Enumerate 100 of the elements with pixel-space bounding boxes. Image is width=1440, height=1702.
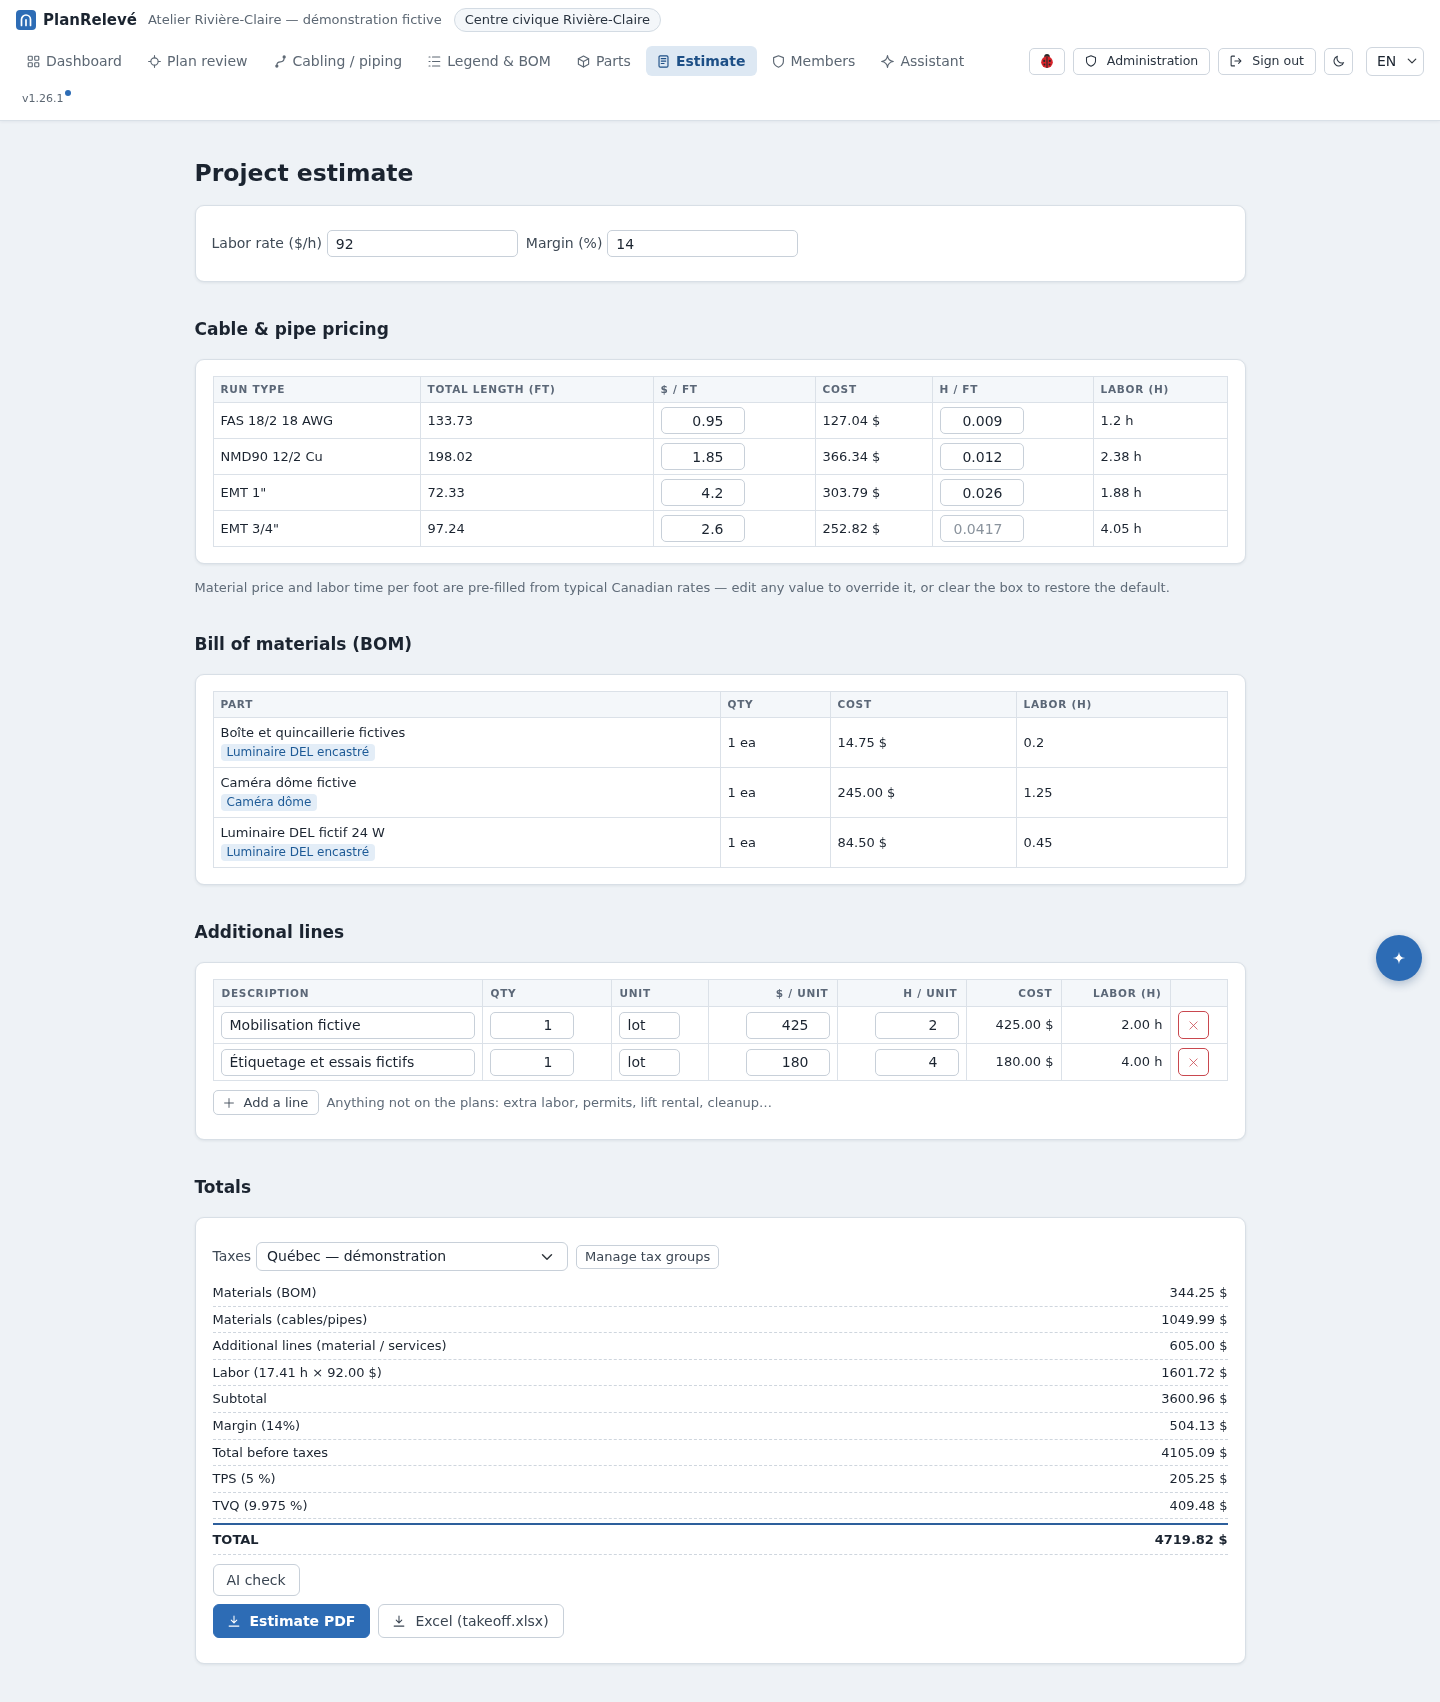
- total-line-label: Materials (BOM): [212, 1284, 317, 1302]
- section-title: Totals: [194, 1176, 253, 1199]
- language-select[interactable]: EN: [1366, 46, 1424, 76]
- version-label: v1.26.1: [22, 91, 64, 107]
- price-per-foot-input[interactable]: 4.2: [660, 479, 745, 506]
- cube-icon: [576, 54, 590, 68]
- document-icon: [656, 54, 670, 68]
- nav-tab[interactable]: Legend & BOM: [417, 46, 562, 76]
- labor-rate-input[interactable]: 92: [326, 230, 518, 257]
- administration-button[interactable]: Administration: [1072, 47, 1211, 75]
- hours-per-foot-input[interactable]: 0.012: [939, 443, 1024, 470]
- crosshair-icon: [147, 54, 161, 68]
- nav-tab[interactable]: Parts: [565, 46, 642, 76]
- total-line-label: Labor (17.41 h × 92.00 $): [212, 1363, 382, 1382]
- route-icon: [273, 54, 287, 68]
- column-header: H / FT: [932, 376, 1093, 403]
- delete-line-button[interactable]: [1177, 1048, 1209, 1076]
- add-line-hint: Anything not on the plans: extra labor, permits, lift rental, cleanup…: [326, 1093, 772, 1112]
- total-line-amount: 1601.72 $: [1161, 1363, 1228, 1382]
- hours-per-foot-input[interactable]: 0.026: [939, 479, 1024, 506]
- cross-icon: [1188, 1057, 1198, 1067]
- part-name: Luminaire DEL fictif 24 W: [220, 823, 386, 842]
- logo-icon: [16, 10, 36, 30]
- total-line-amount: 344.25 $: [1169, 1284, 1228, 1302]
- nav-tab[interactable]: Cabling / piping: [262, 46, 414, 76]
- table-cell: 2.00 h: [1061, 1006, 1170, 1044]
- organization-name: Atelier Rivière-Claire — démonstration fictive: [147, 11, 442, 30]
- column-header: DESCRIPTION: [213, 979, 482, 1007]
- description-input[interactable]: Étiquetage et essais fictifs: [220, 1048, 475, 1076]
- total-line-amount: 3600.96 $: [1161, 1390, 1228, 1408]
- manage-tax-groups-button[interactable]: Manage tax groups: [576, 1244, 720, 1269]
- column-header: COST: [815, 376, 932, 403]
- column-header: H / UNIT: [837, 979, 966, 1007]
- plus-icon: [223, 1097, 234, 1108]
- quantity-input[interactable]: 1: [489, 1048, 574, 1076]
- column-header: UNIT: [611, 979, 708, 1007]
- theme-toggle-button[interactable]: [1324, 47, 1353, 75]
- nav-tab[interactable]: Assistant: [870, 46, 976, 76]
- total-line-label: TVQ (9.975 %): [212, 1496, 308, 1515]
- total-line-label: Materials (cables/pipes): [212, 1310, 368, 1329]
- pdf-export-button[interactable]: Estimate PDF: [212, 1603, 371, 1638]
- nav-tab[interactable]: Dashboard: [16, 46, 133, 76]
- table-cell: 4.00 h: [1061, 1043, 1170, 1081]
- column-header: QTY: [482, 979, 611, 1007]
- unit-price-input[interactable]: 425: [745, 1011, 830, 1039]
- section-title: Bill of materials (BOM): [194, 633, 414, 656]
- nav-tab[interactable]: Plan review: [136, 46, 259, 76]
- price-per-foot-input[interactable]: 1.85: [660, 443, 745, 470]
- list-icon: [428, 54, 442, 68]
- price-per-foot-input[interactable]: 0.95: [660, 407, 745, 434]
- table-cell: EMT 1": [213, 474, 420, 511]
- table-cell: 133.73: [420, 402, 653, 439]
- pricing-note: Material price and labor time per foot are pre-filled from typical Canadian rates — edit any value to override it, or clear the box to restore the default.: [194, 579, 1171, 597]
- hours-per-unit-input[interactable]: 2: [874, 1011, 959, 1039]
- sparkle-icon: [1392, 951, 1406, 965]
- tax-group-select[interactable]: Québec — démonstration: [256, 1242, 569, 1271]
- total-line-amount: 1049.99 $: [1161, 1310, 1228, 1329]
- total-line-amount: 205.25 $: [1169, 1470, 1228, 1488]
- column-header: PART: [213, 691, 720, 718]
- category-tag: Caméra dôme: [220, 793, 318, 811]
- total-line-amount: 4105.09 $: [1161, 1443, 1228, 1462]
- nav-tab[interactable]: Members: [760, 46, 867, 76]
- section-title: Additional lines: [194, 921, 346, 944]
- table-cell: 1 ea: [720, 717, 830, 768]
- hours-per-foot-input[interactable]: 0.0417: [939, 515, 1024, 542]
- quantity-input[interactable]: 1: [489, 1011, 574, 1039]
- table-cell: 4.05 h: [1093, 510, 1227, 547]
- assistant-button[interactable]: [1376, 935, 1422, 981]
- nav-tab[interactable]: Estimate: [645, 46, 757, 76]
- column-header: QTY: [720, 691, 830, 718]
- total-line-amount: 504.13 $: [1169, 1416, 1228, 1435]
- category-tag: Luminaire DEL encastré: [220, 743, 376, 761]
- delete-line-button[interactable]: [1177, 1011, 1209, 1039]
- column-header: $ / FT: [653, 376, 815, 403]
- sign-out-icon: [1230, 55, 1243, 67]
- margin-input[interactable]: 14: [607, 230, 799, 257]
- ai-check-button[interactable]: AI check: [212, 1563, 300, 1596]
- unit-input[interactable]: lot: [618, 1048, 680, 1076]
- price-per-foot-input[interactable]: 2.6: [660, 515, 745, 542]
- sign-out-button[interactable]: Sign out: [1218, 47, 1316, 75]
- part-name: Caméra dôme fictive: [220, 773, 358, 792]
- table-cell: 303.79 $: [815, 474, 932, 511]
- add-line-button[interactable]: Add a line: [212, 1090, 320, 1115]
- project-pill[interactable]: Centre civique Rivière-Claire: [453, 8, 662, 32]
- total-line-label: Subtotal: [212, 1390, 267, 1408]
- table-cell: 0.45: [1016, 817, 1227, 868]
- column-header: LABOR (H): [1061, 979, 1170, 1007]
- total-line-label: Total before taxes: [212, 1443, 329, 1462]
- unit-price-input[interactable]: 180: [745, 1048, 830, 1076]
- excel-export-button[interactable]: Excel (takeoff.xlsx): [378, 1603, 564, 1638]
- total-line-label: Additional lines (material / services): [212, 1337, 447, 1355]
- hours-per-foot-input[interactable]: 0.009: [939, 407, 1024, 434]
- status-dot-icon: [64, 90, 71, 96]
- unit-input[interactable]: lot: [618, 1011, 680, 1039]
- hours-per-unit-input[interactable]: 4: [874, 1048, 959, 1076]
- bug-report-button[interactable]: [1028, 47, 1065, 75]
- grid-icon: [27, 54, 40, 68]
- description-input[interactable]: Mobilisation fictive: [220, 1011, 475, 1039]
- total-line-label: Margin (14%): [212, 1416, 301, 1435]
- cross-icon: [1188, 1020, 1198, 1030]
